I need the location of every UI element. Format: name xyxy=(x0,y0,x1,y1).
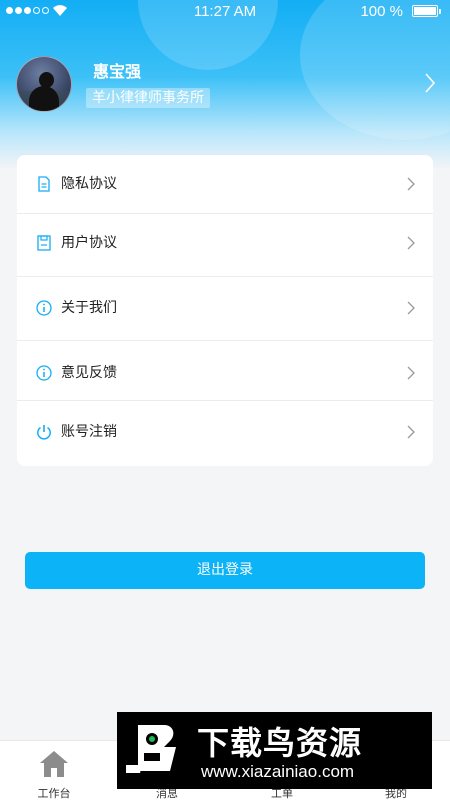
watermark-url: www.xiazainiao.com xyxy=(201,762,355,781)
battery-percent: 100 % xyxy=(360,3,403,20)
menu-item-user-agreement[interactable]: 用户协议 xyxy=(17,214,433,276)
menu-item-label: 账号注销 xyxy=(61,424,117,440)
home-icon xyxy=(40,751,68,777)
logout-button[interactable]: 退出登录 xyxy=(25,552,425,589)
document-icon xyxy=(38,176,50,192)
info-icon xyxy=(36,365,52,381)
menu-item-about[interactable]: 关于我们 xyxy=(17,277,433,340)
chevron-right-icon xyxy=(407,425,415,439)
user-name: 惠宝强 xyxy=(93,62,142,81)
chevron-right-icon[interactable] xyxy=(424,72,436,94)
menu-item-label: 隐私协议 xyxy=(61,176,117,192)
tab-label: 工作台 xyxy=(37,787,71,800)
firm-badge: 羊小律律师事务所 xyxy=(86,88,210,108)
menu-item-feedback[interactable]: 意见反馈 xyxy=(17,341,433,400)
chevron-right-icon xyxy=(407,366,415,380)
profile-header: 11:27 AM 100 % 惠宝强 羊小律律师事务所 xyxy=(0,0,450,170)
chevron-right-icon xyxy=(407,177,415,191)
menu-item-label: 用户协议 xyxy=(61,235,117,251)
profile-summary[interactable]: 惠宝强 羊小律律师事务所 xyxy=(16,56,436,116)
power-icon xyxy=(37,425,51,440)
avatar[interactable] xyxy=(16,56,72,112)
agreement-icon xyxy=(37,235,51,251)
bird-logo-icon xyxy=(126,725,176,773)
info-icon xyxy=(36,300,52,316)
menu-item-delete-account[interactable]: 账号注销 xyxy=(17,401,433,466)
watermark-title: 下载鸟资源 xyxy=(197,724,363,762)
menu-item-label: 意见反馈 xyxy=(61,365,117,381)
chevron-right-icon xyxy=(407,236,415,250)
watermark-banner: 下载鸟资源 www.xiazainiao.com xyxy=(117,712,432,789)
settings-menu: 隐私协议 用户协议 关于我们 意见反馈 账号注销 xyxy=(17,155,433,466)
menu-item-label: 关于我们 xyxy=(61,300,117,316)
tab-workbench[interactable]: 工作台 xyxy=(14,741,94,800)
status-bar: 11:27 AM 100 % xyxy=(0,0,450,22)
battery-icon xyxy=(412,5,441,17)
chevron-right-icon xyxy=(407,301,415,315)
menu-item-privacy[interactable]: 隐私协议 xyxy=(17,155,433,213)
